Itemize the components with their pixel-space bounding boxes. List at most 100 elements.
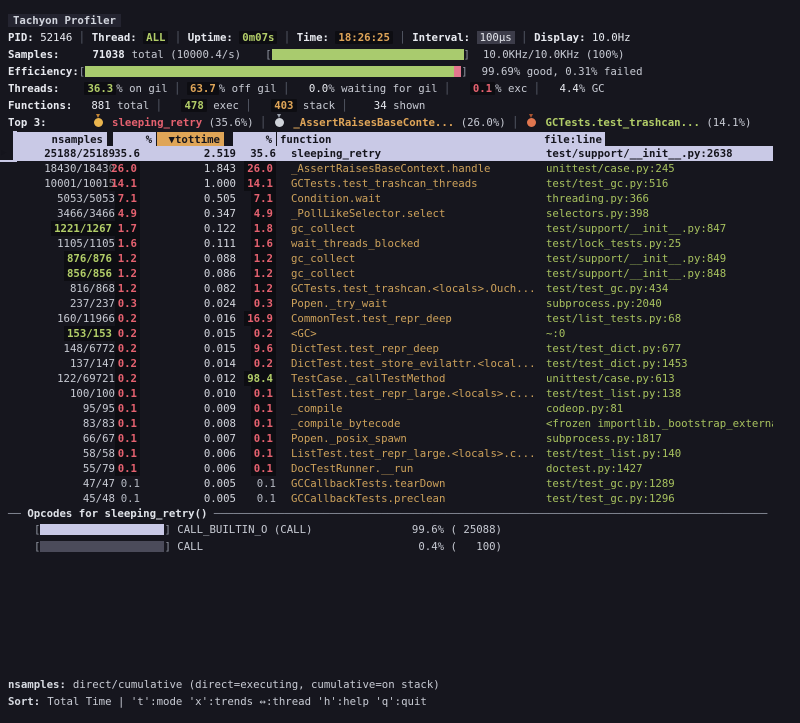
column-header-pct1[interactable]: % <box>113 132 156 146</box>
table-cell: 0.1 <box>115 431 140 446</box>
table-cell: 876/876 <box>64 251 115 266</box>
opcode-name: CALL <box>171 540 203 553</box>
table-row[interactable]: 3466/34664.90.3474.9_PollLikeSelector.se… <box>8 206 773 221</box>
table-cell: 98.4 <box>244 371 276 386</box>
table-cell: test/test_list.py:140 <box>546 446 681 461</box>
table-row[interactable]: 1105/11051.60.1111.6wait_threads_blocked… <box>8 236 773 251</box>
table-row[interactable]: 153/1530.20.0150.2<GC>~:0 <box>8 326 773 341</box>
table-row[interactable]: 66/670.10.0070.1Popen._posix_spawnsubpro… <box>8 431 773 446</box>
table-row[interactable]: 55/790.10.0060.1DocTestRunner.__rundocte… <box>8 461 773 476</box>
table-row[interactable]: 5053/50537.10.5057.1Condition.waitthread… <box>8 191 773 206</box>
table-cell: test/lock_tests.py:25 <box>546 236 681 251</box>
table-row[interactable]: 137/1470.20.0140.2DictTest.test_store_ev… <box>8 356 773 371</box>
table-cell: 0.015 <box>204 341 236 356</box>
table-cell: GCCallbackTests.tearDown <box>291 476 445 491</box>
table-cell: 1.2 <box>251 281 276 296</box>
table-cell: ListTest.test_repr_large.<locals>.c... <box>291 386 536 401</box>
table-cell: unittest/case.py:245 <box>546 161 675 176</box>
app-title: Tachyon Profiler <box>8 14 121 27</box>
table-row[interactable]: ▶25188/2518935.62.51935.6sleeping_retryt… <box>8 146 773 161</box>
table-cell: 1.6 <box>115 236 140 251</box>
column-header-function[interactable]: function <box>277 132 541 146</box>
table-row[interactable]: 95/950.10.0090.1_compilecodeop.py:81 <box>8 401 773 416</box>
stat-value: 0.0 <box>309 82 328 95</box>
table-row[interactable]: 100/1000.10.0100.1ListTest.test_repr_lar… <box>8 386 773 401</box>
table-row[interactable]: 45/480.10.0050.1GCCallbackTests.preclean… <box>8 491 773 506</box>
table-row[interactable]: 148/67720.20.0159.6DictTest.test_repr_de… <box>8 341 773 356</box>
table-cell: test/test_gc.py:434 <box>546 281 668 296</box>
status-label: Thread: <box>92 31 137 44</box>
efficiency-row: Efficiency:[]99.69% good, 0.31% failed <box>8 63 800 80</box>
footer-legend-label: nsamples: <box>8 678 66 691</box>
bar-close-bracket: ] <box>461 65 467 78</box>
status-label: Time: <box>297 31 329 44</box>
table-cell: _compile_bytecode <box>291 416 400 431</box>
top3-separator: │ <box>506 116 525 129</box>
table-cell: 0.3 <box>251 296 276 311</box>
table-cell: DocTestRunner.__run <box>291 461 413 476</box>
top3-row: Top 3: sleeping_retry (35.6%) │ _AssertR… <box>8 114 800 131</box>
table-cell: 0.015 <box>204 326 236 341</box>
table-cell: gc_collect <box>291 251 355 266</box>
table-row[interactable]: 83/830.10.0080.1_compile_bytecode<frozen… <box>8 416 773 431</box>
samples-row: Samples:71038total (10000.4/s)[]10.0KHz/… <box>8 46 800 63</box>
table-cell: 1.2 <box>115 266 140 281</box>
column-header-tottime-sorted[interactable]: ▼tottime <box>157 132 224 146</box>
table-row[interactable]: 47/470.10.0050.1GCCallbackTests.tearDown… <box>8 476 773 491</box>
table-row[interactable]: 237/2370.30.0240.3Popen._try_waitsubproc… <box>8 296 773 311</box>
status-label: PID: <box>8 31 34 44</box>
top3-function-name: sleeping_retry <box>112 116 202 129</box>
table-row[interactable]: 10001/1001514.11.00014.1GCTests.test_tra… <box>8 176 773 191</box>
column-header-pct2[interactable]: % <box>233 132 276 146</box>
table-row[interactable]: 816/8681.20.0821.2GCTests.test_trashcan.… <box>8 281 773 296</box>
table-cell: 9.6 <box>251 341 276 356</box>
top3-function-name: GCTests.test_trashcan... <box>545 116 699 129</box>
status-label: Display: <box>534 31 585 44</box>
selection-cursor-icon: ▶ <box>1 146 6 161</box>
stat-unit: % exc <box>495 82 527 95</box>
table-cell: 0.008 <box>204 416 236 431</box>
table-row[interactable]: 876/8761.20.0881.2gc_collecttest/support… <box>8 251 773 266</box>
stat-unit: exec <box>207 99 239 112</box>
column-header-fileline[interactable]: file:line <box>541 132 605 146</box>
table-cell: 0.3 <box>115 296 140 311</box>
table-cell: 0.1 <box>257 476 276 491</box>
status-separator: │ <box>277 31 296 44</box>
table-row[interactable]: 122/697210.20.01298.4TestCase._callTestM… <box>8 371 773 386</box>
table-cell: 0.1 <box>115 446 140 461</box>
table-cell: 1105/1105 <box>57 236 115 251</box>
stat-unit: % waiting for gil <box>328 82 437 95</box>
efficiency-label: Efficiency: <box>8 65 79 78</box>
stat-unit: stack <box>297 99 336 112</box>
table-cell: _compile <box>291 401 342 416</box>
stat-separator: │ <box>335 99 354 112</box>
column-header-nsamples[interactable]: nsamples <box>14 132 107 146</box>
samples-bar <box>272 49 464 60</box>
table-cell: 0.2 <box>115 341 140 356</box>
table-cell: GCCallbackTests.preclean <box>291 491 445 506</box>
table-cell: 1.2 <box>251 266 276 281</box>
table-cell: 0.1 <box>115 416 140 431</box>
table-row[interactable]: 856/8561.20.0861.2gc_collecttest/support… <box>8 266 773 281</box>
stat-separator: │ <box>149 99 168 112</box>
table-cell: sleeping_retry <box>291 146 381 161</box>
top3-percentage: (26.0%) <box>461 116 506 129</box>
opcodes-panel: [] CALL_BUILTIN_O (CALL)99.6% ( 25088)[]… <box>8 521 800 555</box>
table-cell: 10001/10015 <box>44 176 115 191</box>
table-row[interactable]: 160/119660.20.01616.9CommonTest.test_rep… <box>8 311 773 326</box>
top3-percentage: (35.6%) <box>209 116 254 129</box>
status-value: 18:26:25 <box>335 31 392 44</box>
status-value: 0m07s <box>239 31 277 44</box>
table-cell: test/list_tests.py:68 <box>546 311 681 326</box>
stat-separator: │ <box>239 99 258 112</box>
table-row[interactable]: 58/580.10.0060.1ListTest.test_repr_large… <box>8 446 773 461</box>
status-bar: PID: 52146 │ Thread: ALL │ Uptime: 0m07s… <box>8 29 800 46</box>
table-row[interactable]: 1221/12671.70.1221.8gc_collecttest/suppo… <box>8 221 773 236</box>
table-row[interactable]: 18430/1843026.01.84326.0_AssertRaisesBas… <box>8 161 773 176</box>
table-cell: 0.009 <box>204 401 236 416</box>
opcode-percentage: 99.6% ( 25088) <box>402 521 502 538</box>
table-cell: ListTest.test_repr_large.<locals>.c... <box>291 446 536 461</box>
table-cell: test/test_list.py:138 <box>546 386 681 401</box>
table-cell: 0.082 <box>204 281 236 296</box>
opcodes-title: Opcodes for sleeping_retry() <box>27 507 207 520</box>
